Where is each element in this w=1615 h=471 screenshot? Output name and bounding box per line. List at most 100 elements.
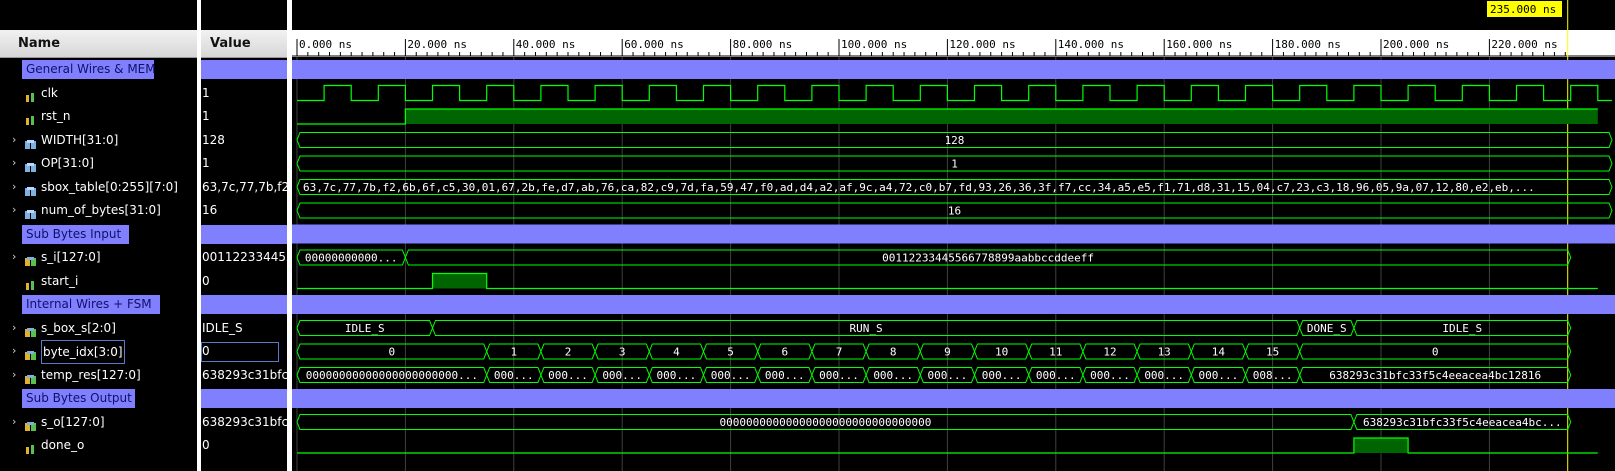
signal-name: temp_res[127:0] [41, 367, 141, 382]
bus-param-icon [25, 135, 36, 149]
signal-row-width[interactable]: › WIDTH[31:0] [0, 129, 197, 151]
group-value-band [201, 223, 287, 245]
byte-idx-wave-value: 12 [1103, 346, 1116, 359]
group-label[interactable]: Sub Bytes Input [22, 224, 129, 244]
bus-icon [25, 346, 36, 360]
done-o-wave-high-fill [1353, 438, 1409, 453]
s-o-wave-value: 638293c31bfc33f5c4eeacea4bc... [1363, 416, 1562, 429]
bus-icon [25, 370, 36, 384]
signal-row-op[interactable]: › OP[31:0] [0, 152, 197, 174]
temp-res-wave-value: 000... [765, 369, 805, 382]
signal-row-start-i[interactable]: start_i [0, 270, 197, 292]
waveform-svg[interactable]: 0.000 ns 20.000 ns 40.000 ns 60.000 ns 80.00… [292, 0, 1615, 471]
time-tick-label: 120.000 ns [949, 38, 1015, 51]
expand-chevron-icon[interactable]: › [12, 317, 16, 339]
group-band [292, 224, 1615, 244]
expand-chevron-icon[interactable]: › [12, 246, 16, 268]
time-tick-label: 160.000 ns [1166, 38, 1232, 51]
waveform-canvas[interactable]: 0.000 ns 20.000 ns 40.000 ns 60.000 ns 80.00… [292, 0, 1615, 471]
expand-chevron-icon[interactable]: › [12, 152, 16, 174]
expand-chevron-icon[interactable]: › [12, 176, 16, 198]
expand-chevron-icon[interactable]: › [12, 364, 16, 386]
signal-value-s-i: 00112233445566778899aabbccddeeff [201, 246, 287, 268]
group-header-sub-bytes-input[interactable]: Sub Bytes Input [0, 223, 197, 245]
signal-row-num-of-bytes[interactable]: › num_of_bytes[31:0] [0, 199, 197, 221]
time-tick-label: 20.000 ns [407, 38, 467, 51]
byte-idx-wave-value: 11 [1049, 346, 1062, 359]
bus-icon [25, 323, 36, 337]
signal-name: start_i [41, 273, 79, 288]
op-wave-value: 1 [951, 158, 958, 171]
signal-value-sbox-table: 63,7c,77,7b,f2,6b [201, 176, 287, 198]
group-band [292, 295, 1615, 314]
byte-idx-wave-value: 4 [673, 346, 680, 359]
wire-icon [25, 440, 36, 454]
signal-value: 16 [202, 203, 218, 217]
value-column-header[interactable]: Value [201, 30, 287, 58]
group-band [292, 60, 1615, 79]
group-header-general-wires-mem[interactable]: General Wires & MEM [0, 58, 197, 80]
group-label[interactable]: Sub Bytes Output [22, 389, 135, 408]
signal-name: WIDTH[31:0] [41, 132, 119, 147]
expand-chevron-icon[interactable]: › [12, 340, 16, 362]
width-wave-value: 128 [945, 134, 965, 147]
s-o-wave-value: 00000000000000000000000000000000 [719, 416, 931, 429]
signal-row-s-o[interactable]: › s_o[127:0] [0, 411, 197, 433]
s-box-s-wave-value: IDLE_S [345, 322, 385, 335]
signal-row-temp-res[interactable]: › temp_res[127:0] [0, 364, 197, 386]
byte-idx-wave-value: 1 [510, 346, 517, 359]
s-box-s-wave-value: DONE_S [1307, 322, 1347, 335]
group-header-internal-wires-fsm[interactable]: Internal Wires + FSM [0, 293, 197, 315]
byte-idx-wave-value: 0 [389, 346, 396, 359]
signal-name: s_i[127:0] [41, 250, 101, 264]
sbox-table-wave-value: 63,7c,77,7b,f2,6b,6f,c5,30,01,67,2b,fe,d… [303, 181, 1535, 194]
group-value-band [201, 293, 287, 315]
expand-chevron-icon[interactable]: › [12, 129, 16, 151]
time-tick-label: 60.000 ns [624, 38, 684, 51]
bus-icon [25, 252, 36, 266]
signal-name: clk [41, 85, 58, 100]
rst-n-wave-high-fill [405, 109, 1598, 124]
group-label[interactable]: Internal Wires + FSM [22, 295, 160, 314]
signal-name: byte_idx[3:0] [41, 340, 125, 364]
bus-param-icon [25, 158, 36, 172]
signal-row-rst-n[interactable]: rst_n [0, 105, 197, 127]
signal-value-done-o: 0 [201, 434, 287, 456]
group-value-band [201, 58, 287, 80]
byte-idx-wave-value: 9 [944, 346, 951, 359]
expand-chevron-icon[interactable]: › [12, 199, 16, 221]
signal-row-s-box-s[interactable]: › s_box_s[2:0] [0, 317, 197, 339]
temp-res-wave-value: 000... [1036, 369, 1076, 382]
signal-value: 0 [202, 344, 210, 358]
signal-value-s-box-s: IDLE_S [201, 317, 287, 339]
name-column-header[interactable]: Name [0, 30, 197, 58]
signal-name: s_box_s[2:0] [41, 320, 116, 335]
group-label[interactable]: General Wires & MEM [22, 60, 156, 79]
signal-value-width: 128 [201, 129, 287, 151]
bus-param-icon [25, 182, 36, 196]
signal-row-s-i[interactable]: › s_i[127:0] [0, 246, 197, 268]
time-tick-label: 200.000 ns [1383, 38, 1449, 51]
byte-idx-wave-value: 3 [619, 346, 626, 359]
signal-value: 128 [202, 132, 225, 147]
signal-row-sbox-table[interactable]: › sbox_table[0:255][7:0] [0, 176, 197, 198]
temp-res-wave-value: 000... [548, 369, 588, 382]
signal-row-done-o[interactable]: done_o [0, 434, 197, 456]
signal-value-s-o: 638293c31bfc33f5c4eeacea4bc12816 [201, 411, 287, 433]
wire-icon [25, 111, 36, 125]
signal-value: 1 [202, 156, 210, 170]
signal-value-rst-n: 1 [201, 105, 287, 127]
expand-chevron-icon[interactable]: › [12, 411, 16, 433]
signal-row-byte-idx[interactable]: › byte_idx[3:0] [0, 340, 197, 364]
name-column-label: Name [18, 36, 61, 51]
cursor-time-label: 235.000 ns [1490, 3, 1556, 16]
s-box-s-wave-value: IDLE_S [1442, 322, 1482, 335]
group-header-sub-bytes-output[interactable]: Sub Bytes Output [0, 387, 197, 409]
time-tick-label: 180.000 ns [1275, 38, 1341, 51]
signal-value: 00112233445566778899aabbccddeeff [202, 250, 287, 264]
num-of-bytes-wave-value: 16 [948, 205, 961, 218]
group-band [201, 224, 287, 244]
signal-row-clk[interactable]: clk [0, 82, 197, 104]
signal-name: rst_n [41, 109, 71, 123]
clk-wave [297, 84, 1612, 102]
